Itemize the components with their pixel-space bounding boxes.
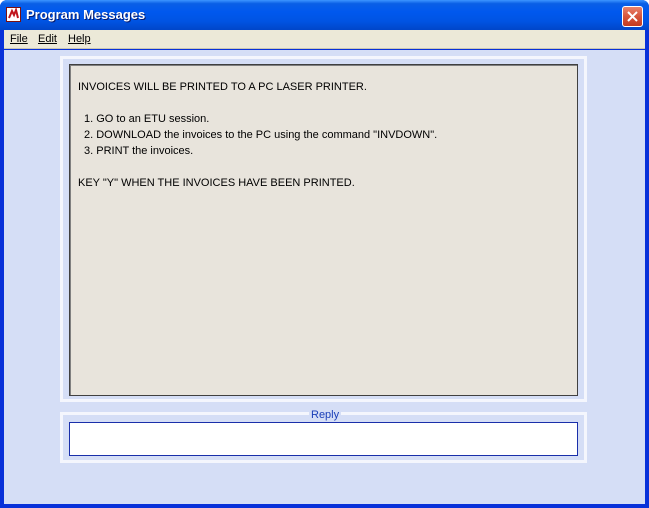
reply-label: Reply [309,409,342,421]
menu-bar: File Edit Help [4,30,645,49]
message-panel: INVOICES WILL BE PRINTED TO A PC LASER P… [60,56,587,402]
app-icon[interactable] [6,7,21,22]
menu-edit-label: Edit [38,33,57,45]
window-title: Program Messages [26,7,146,22]
menu-help[interactable]: Help [68,33,91,45]
title-bar[interactable]: Program Messages [0,0,649,30]
message-line: KEY "Y" WHEN THE INVOICES HAVE BEEN PRIN… [78,177,355,189]
window-border [0,504,649,508]
close-button[interactable] [622,6,643,27]
program-messages-window: Program Messages File Edit Help INVOICES… [0,0,649,508]
reply-input[interactable] [69,422,578,456]
menu-help-label: Help [68,33,91,45]
menu-file[interactable]: File [10,33,28,45]
message-line: 1. GO to an ETU session. [84,113,210,125]
menu-edit[interactable]: Edit [38,33,57,45]
close-icon [627,11,638,22]
menu-file-label: File [10,33,28,45]
reply-group: Reply [60,409,587,463]
message-line: 2. DOWNLOAD the invoices to the PC using… [84,129,438,141]
client-area: INVOICES WILL BE PRINTED TO A PC LASER P… [4,50,645,504]
message-text-area[interactable]: INVOICES WILL BE PRINTED TO A PC LASER P… [69,64,578,396]
message-line: INVOICES WILL BE PRINTED TO A PC LASER P… [78,81,367,93]
message-line: 3. PRINT the invoices. [84,145,194,157]
